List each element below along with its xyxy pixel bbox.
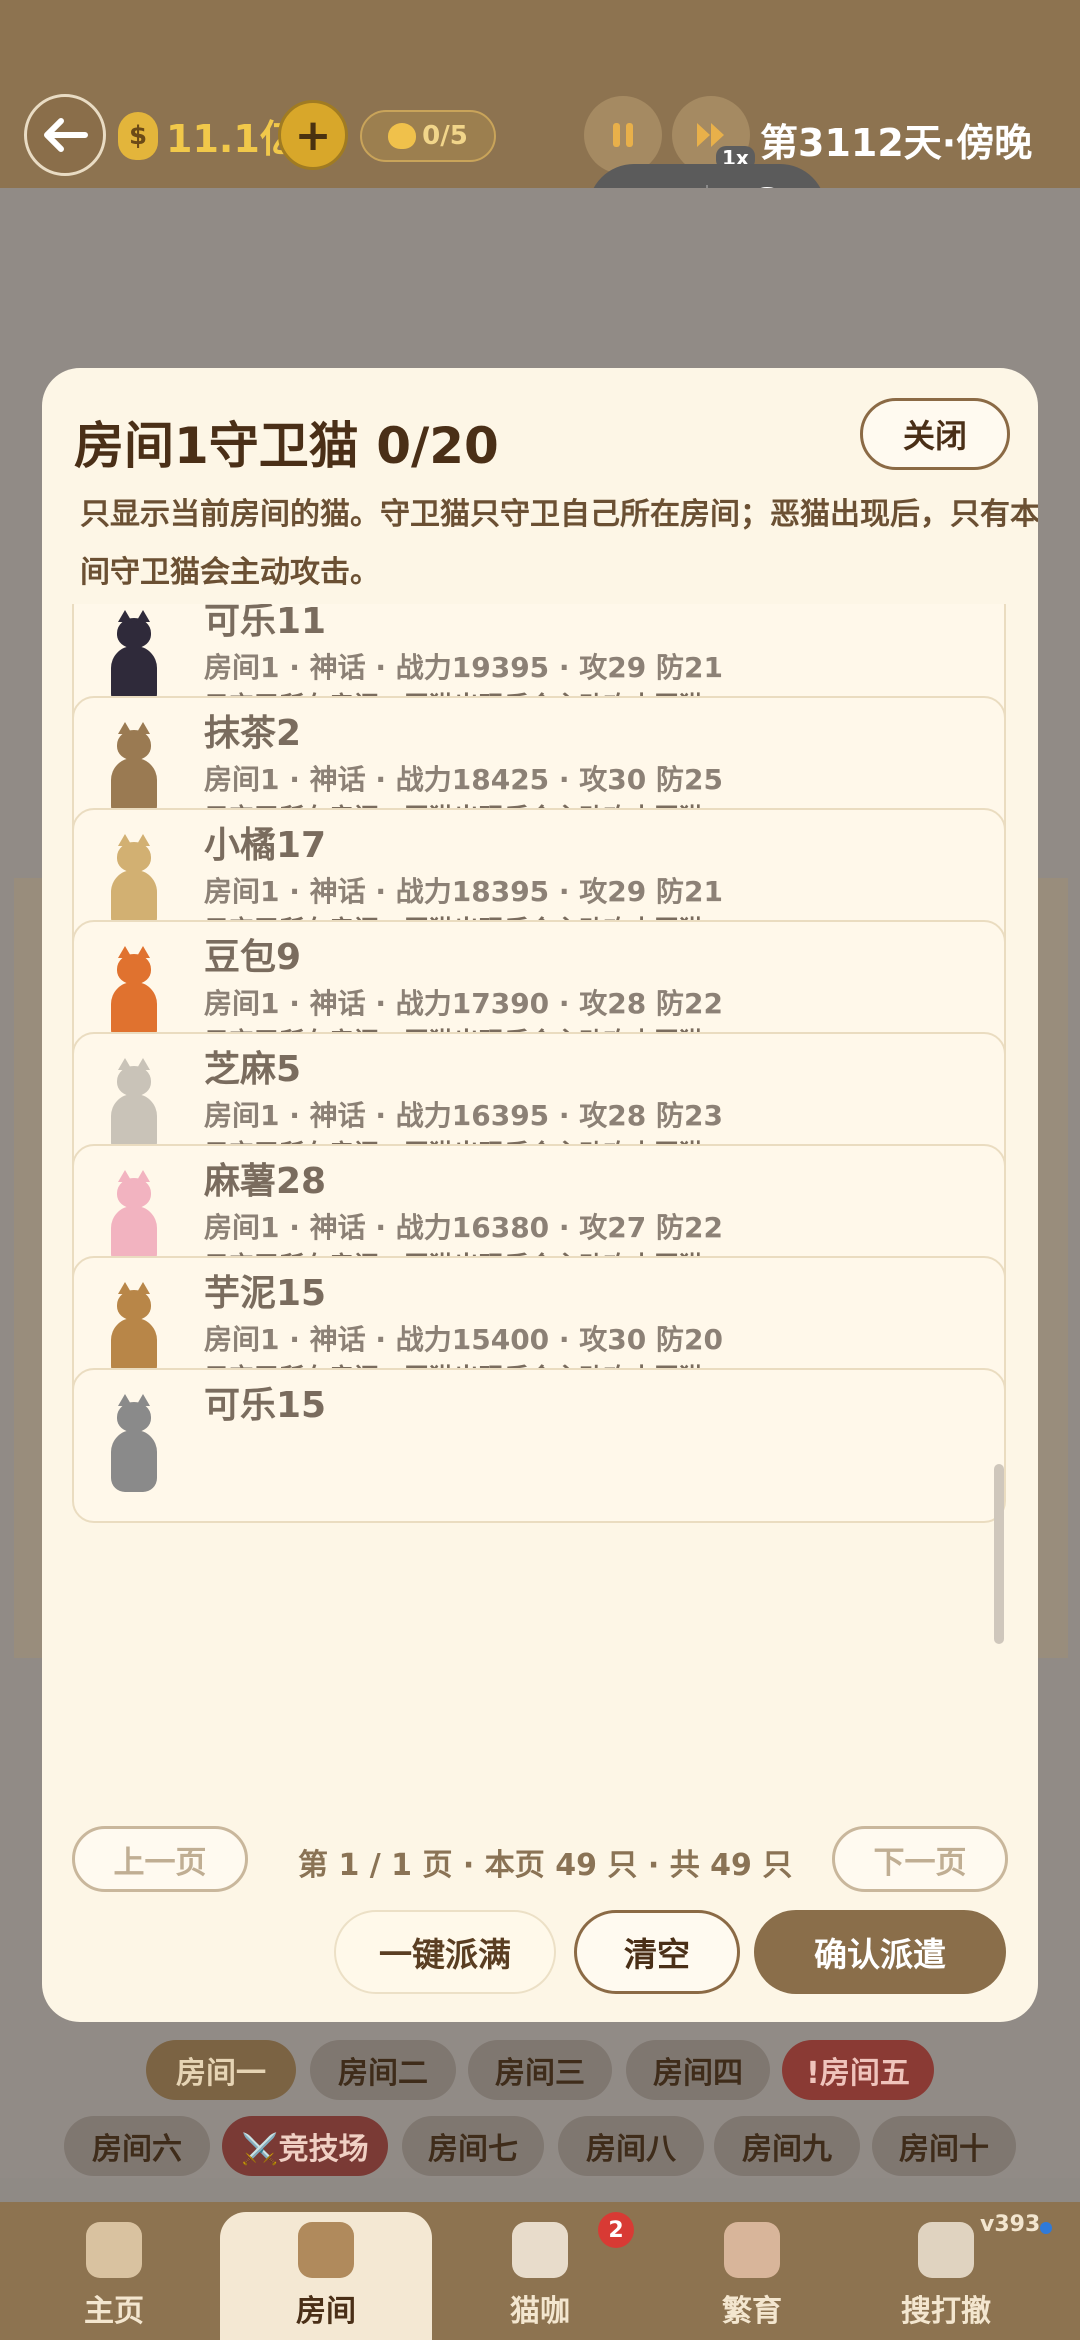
cat-name: 豆包9 bbox=[204, 937, 302, 978]
cat-list[interactable]: 可乐11房间1 · 神话 · 战力19395 · 攻29 防21只守卫所在房间；… bbox=[42, 604, 1038, 1606]
cat-name: 麻薯28 bbox=[204, 1161, 327, 1202]
cat-stats: 房间1 · 神话 · 战力15400 · 攻30 防20 bbox=[204, 1323, 723, 1356]
nav-item[interactable]: 房间 bbox=[220, 2212, 432, 2340]
nav-label: 猫咖 bbox=[510, 2294, 570, 2329]
room-tab[interactable]: 房间四 bbox=[626, 2040, 770, 2100]
room-tab[interactable]: 房间一 bbox=[146, 2040, 296, 2100]
nav-item[interactable]: 主页 bbox=[24, 2202, 204, 2340]
cat-avatar bbox=[98, 944, 170, 1044]
cats-pair-icon bbox=[724, 2222, 780, 2278]
cat-stats: 房间1 · 神话 · 战力16380 · 攻27 防22 bbox=[204, 1211, 723, 1244]
cat-counter: 0/5 bbox=[360, 110, 496, 162]
guard-cat-dialog: 房间1守卫猫 0/20 关闭 只显示当前房间的猫。守卫猫只守卫自己所在房间；恶猫… bbox=[42, 368, 1038, 2022]
nav-item[interactable]: 繁育 bbox=[662, 2202, 842, 2340]
cat-stats: 房间1 · 神话 · 战力18425 · 攻30 防25 bbox=[204, 763, 723, 796]
cat-name: 小橘17 bbox=[204, 825, 327, 866]
nav-label: 房间 bbox=[296, 2294, 356, 2329]
room-tab[interactable]: 房间十 bbox=[872, 2116, 1016, 2176]
cat-face-icon bbox=[388, 123, 417, 149]
house-icon bbox=[86, 2222, 142, 2278]
back-button[interactable] bbox=[24, 94, 106, 176]
cat-name: 可乐11 bbox=[204, 604, 327, 642]
cat-name: 芋泥15 bbox=[204, 1273, 327, 1314]
cat-avatar bbox=[98, 1056, 170, 1156]
nav-label: 繁育 bbox=[722, 2294, 782, 2329]
page-info: 第 1 / 1 页 · 本页 49 只 · 共 49 只 bbox=[298, 1848, 793, 1883]
list-scrollbar[interactable] bbox=[994, 1464, 1004, 1644]
bottom-nav: 主页 房间 猫咖 繁育 搜打撤 bbox=[0, 2202, 1080, 2340]
nav-label: 搜打撤 bbox=[901, 2294, 991, 2329]
pause-button[interactable] bbox=[584, 96, 662, 174]
clear-button[interactable]: 清空 bbox=[574, 1910, 740, 1994]
top-bar: $ 11.1亿 + 0/5 1x 第3112天·傍晚 bbox=[0, 0, 1080, 188]
cat-stats: 房间1 · 神话 · 战力19395 · 攻29 防21 bbox=[204, 651, 723, 684]
cat-name: 芝麻5 bbox=[204, 1049, 302, 1090]
day-time-label: 第3112天·傍晚 bbox=[760, 121, 1033, 165]
cat-avatar bbox=[98, 1392, 170, 1492]
cat-stats: 房间1 · 神话 · 战力16395 · 攻28 防23 bbox=[204, 1099, 723, 1132]
cat-name: 抹茶2 bbox=[204, 713, 302, 754]
nav-label: 主页 bbox=[84, 2294, 144, 2329]
room-tab[interactable]: 房间七 bbox=[402, 2116, 544, 2176]
cat-stats: 房间1 · 神话 · 战力18395 · 攻29 防21 bbox=[204, 875, 723, 908]
version-label: v393 bbox=[980, 2212, 1041, 2237]
dialog-title: 房间1守卫猫 0/20 bbox=[74, 417, 499, 475]
cat-avatar bbox=[98, 720, 170, 820]
magnifier-icon bbox=[918, 2222, 974, 2278]
status-dot bbox=[1040, 2222, 1052, 2234]
dialog-description: 只显示当前房间的猫。守卫猫只守卫自己所在房间；恶猫出现后，只有本房间守卫猫会主动… bbox=[80, 497, 1038, 590]
confirm-dispatch-button[interactable]: 确认派遣 bbox=[754, 1910, 1006, 1994]
cat-name: 可乐15 bbox=[204, 1385, 327, 1426]
next-page-button[interactable]: 下一页 bbox=[832, 1826, 1008, 1892]
money-bag-icon: $ bbox=[118, 112, 158, 160]
pause-icon bbox=[613, 123, 633, 147]
room-tab[interactable]: 房间六 bbox=[64, 2116, 210, 2176]
cat-avatar bbox=[98, 832, 170, 932]
cat-avatar bbox=[98, 1168, 170, 1268]
arrow-left-icon bbox=[44, 118, 88, 152]
cat-avatar bbox=[98, 608, 170, 708]
cat-avatar bbox=[98, 1280, 170, 1380]
bowl-icon bbox=[298, 2222, 354, 2278]
prev-page-button[interactable]: 上一页 bbox=[72, 1826, 248, 1892]
cat-stats: 房间1 · 神话 · 战力17390 · 攻28 防22 bbox=[204, 987, 723, 1020]
add-money-button[interactable]: + bbox=[278, 100, 348, 170]
room-tab[interactable]: ⚔️竞技场 bbox=[222, 2116, 388, 2176]
room-tab[interactable]: !房间五 bbox=[782, 2040, 934, 2100]
room-tab[interactable]: 房间九 bbox=[714, 2116, 860, 2176]
cat-counter-value: 0/5 bbox=[422, 121, 468, 151]
room-tab[interactable]: 房间八 bbox=[558, 2116, 704, 2176]
cat-cup-icon bbox=[512, 2222, 568, 2278]
cat-card[interactable]: 可乐15 bbox=[72, 1368, 1006, 1523]
notification-badge: 2 bbox=[598, 2212, 634, 2248]
room-tab[interactable]: 房间三 bbox=[468, 2040, 612, 2100]
room-tab[interactable]: 房间二 bbox=[310, 2040, 456, 2100]
auto-fill-button[interactable]: 一键派满 bbox=[334, 1910, 556, 1994]
close-button[interactable]: 关闭 bbox=[860, 398, 1010, 470]
